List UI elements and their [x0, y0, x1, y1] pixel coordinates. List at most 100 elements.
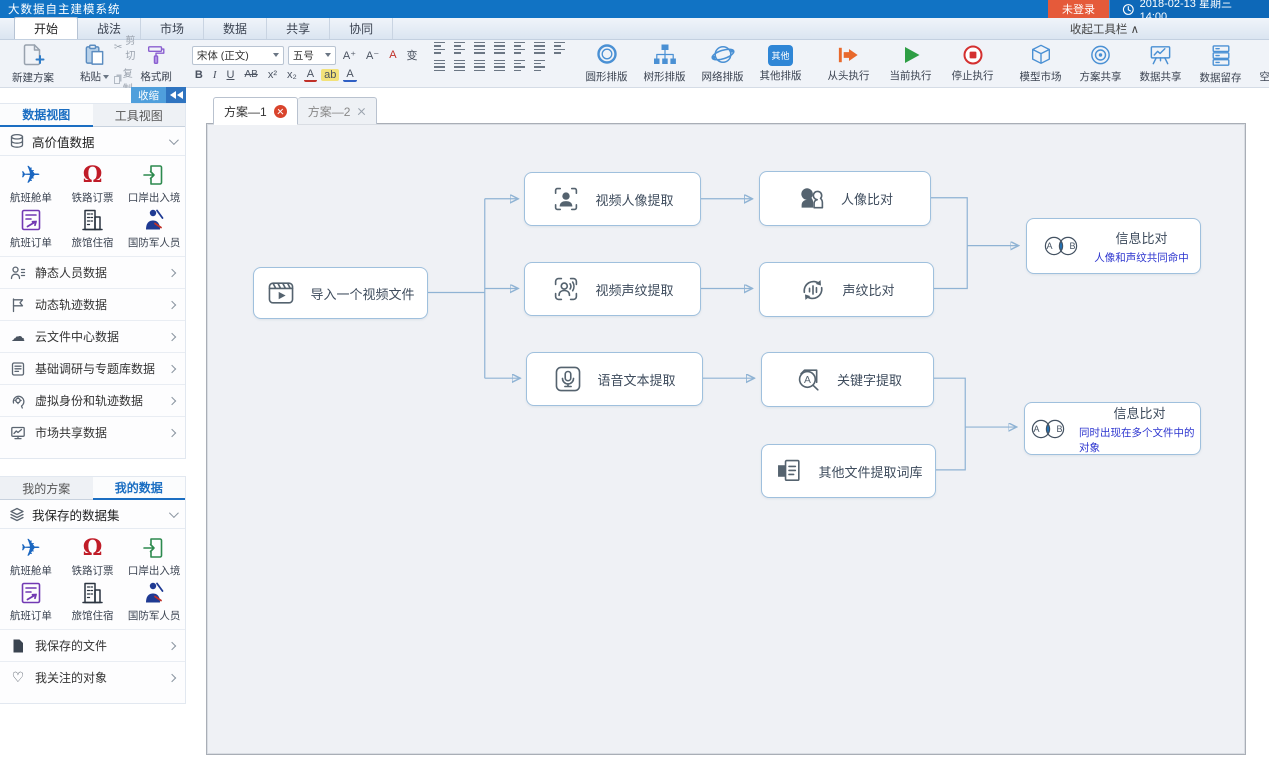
node-voice-extract[interactable]: 视频声纹提取 [524, 262, 701, 316]
tab-data-view[interactable]: 数据视图 [0, 104, 93, 127]
section-high-value-data[interactable]: 高价值数据 [0, 127, 185, 156]
dataset-hotel-stay[interactable]: 旅馆住宿 [62, 578, 124, 623]
change-case-button[interactable]: A [386, 49, 399, 61]
tab-my-data[interactable]: 我的数据 [93, 477, 186, 500]
shrink-font-button[interactable]: A⁻ [363, 49, 382, 62]
data-retain-button[interactable]: 数据留存 [1195, 42, 1247, 86]
italic-button[interactable]: I [210, 69, 220, 81]
circle-layout-button[interactable]: 圆形排版 [581, 42, 633, 85]
font-size-select[interactable]: 五号 [288, 46, 336, 65]
line-spacing-icon[interactable] [511, 58, 528, 74]
sort-icon[interactable] [511, 40, 528, 56]
menu-tab-data[interactable]: 数据 [204, 18, 267, 39]
market-monitor-icon [10, 425, 26, 441]
dataset-hotel-stay[interactable]: 旅馆住宿 [62, 205, 124, 250]
svg-text:A: A [804, 375, 811, 386]
paste-button[interactable]: 粘贴 [75, 42, 114, 85]
node-keyword-extract[interactable]: A 关键字提取 [761, 352, 934, 407]
category-cloud-file[interactable]: ☁ 云文件中心数据 [0, 320, 185, 352]
menu-tab-share[interactable]: 共享 [267, 18, 330, 39]
new-plan-button[interactable]: 新建方案 [7, 41, 59, 86]
chevron-right-icon [168, 673, 176, 681]
category-static-personnel[interactable]: 静态人员数据 [0, 256, 185, 288]
collapse-toolbar-button[interactable]: 收起工具栏 ∧ [1070, 21, 1139, 37]
dataset-military-personnel[interactable]: 国防军人员 [123, 578, 185, 623]
node-import-video[interactable]: 导入一个视频文件 [253, 267, 428, 319]
category-dynamic-trajectory[interactable]: 动态轨迹数据 [0, 288, 185, 320]
circle-layout-label: 圆形排版 [586, 69, 628, 84]
dataset-rail-ticket[interactable]: Ω 铁路订票 [62, 533, 124, 578]
data-retain-icon [1210, 43, 1232, 68]
dataset-port-entry[interactable]: 口岸出入境 [123, 533, 185, 578]
dataset-flight-order[interactable]: 航班订单 [0, 205, 62, 250]
tab-my-plans[interactable]: 我的方案 [0, 477, 93, 500]
align-right-icon[interactable] [471, 58, 488, 74]
sidebar-collapse-button[interactable]: 收缩 [131, 87, 186, 103]
node-speech-text-extract[interactable]: 语音文本提取 [526, 352, 703, 406]
model-market-button[interactable]: 模型市场 [1015, 42, 1067, 85]
underline-button[interactable]: U [224, 69, 238, 81]
close-tab-icon[interactable] [274, 105, 287, 118]
increase-indent-icon[interactable] [491, 40, 508, 56]
numbered-list-icon[interactable] [451, 40, 468, 56]
align-left-icon[interactable] [431, 58, 448, 74]
tab-tool-view[interactable]: 工具视图 [93, 104, 186, 127]
dataset-flight-manifest[interactable]: ✈ 航班舱单 [0, 533, 62, 578]
dataset-port-entry[interactable]: 口岸出入境 [123, 160, 185, 205]
phonetic-button[interactable]: 变 [404, 47, 421, 63]
row-my-followed-objects[interactable]: ♡ 我关注的对象 [0, 661, 185, 693]
node-other-files-lexicon[interactable]: 其他文件提取词库 [761, 444, 936, 498]
menu-tab-start[interactable]: 开始 [14, 17, 78, 39]
bullet-list-icon[interactable] [431, 40, 448, 56]
node-voice-compare[interactable]: 声纹比对 [759, 262, 934, 317]
align-center-icon[interactable] [451, 58, 468, 74]
borders-grid-icon[interactable] [551, 40, 568, 56]
menu-tab-collab[interactable]: 协同 [330, 18, 393, 39]
bold-button[interactable]: B [192, 69, 206, 81]
plan-tab-2[interactable]: 方案—2 [298, 97, 378, 124]
node-face-extract[interactable]: 视频人像提取 [524, 172, 701, 226]
dataset-military-personnel[interactable]: 国防军人员 [123, 205, 185, 250]
font-family-select[interactable]: 宋体 (正文) [192, 46, 284, 65]
shading-icon[interactable] [531, 58, 548, 74]
section-saved-datasets[interactable]: 我保存的数据集 [0, 500, 185, 529]
run-from-start-button[interactable]: 从头执行 [823, 43, 875, 84]
strikethrough-button[interactable]: AB [241, 69, 260, 80]
show-marks-icon[interactable] [531, 40, 548, 56]
highlight-button[interactable]: ab [321, 69, 339, 81]
dataset-flight-order[interactable]: 航班订单 [0, 578, 62, 623]
font-color-button[interactable]: A [304, 68, 317, 82]
node-info-compare-2[interactable]: A B 信息比对 同时出现在多个文件中的对象 [1024, 402, 1201, 455]
tree-layout-button[interactable]: 树形排版 [639, 42, 691, 85]
menu-tab-market[interactable]: 市场 [141, 18, 204, 39]
other-layout-button[interactable]: 其他 其他排版 [755, 44, 807, 84]
row-my-saved-files[interactable]: 我保存的文件 [0, 629, 185, 661]
category-survey-library[interactable]: 基础调研与专题库数据 [0, 352, 185, 384]
category-virtual-identity[interactable]: 虚拟身份和轨迹数据 [0, 384, 185, 416]
microphone-icon [553, 364, 583, 394]
login-status-badge[interactable]: 未登录 [1048, 0, 1109, 18]
category-market-shared[interactable]: 市场共享数据 [0, 416, 185, 448]
dataset-flight-manifest[interactable]: ✈ 航班舱单 [0, 160, 62, 205]
plan-share-button[interactable]: 方案共享 [1075, 42, 1127, 85]
plan-tab-1[interactable]: 方案—1 [213, 97, 298, 124]
app-title: 大数据自主建模系统 [0, 1, 121, 17]
grow-font-button[interactable]: A⁺ [340, 49, 359, 62]
plane-icon: ✈ [21, 162, 41, 188]
format-painter-button[interactable]: 格式刷 [135, 42, 177, 85]
dataset-rail-ticket[interactable]: Ω 铁路订票 [62, 160, 124, 205]
space-manage-button[interactable]: 空间管理 [1255, 42, 1269, 85]
text-effects-button[interactable]: A [343, 68, 356, 82]
node-info-compare-1[interactable]: A B 信息比对 人像和声纹共同命中 [1026, 218, 1201, 274]
network-layout-button[interactable]: 网络排版 [697, 42, 749, 85]
node-face-compare[interactable]: 人像比对 [759, 171, 931, 226]
subscript-button[interactable]: x₂ [284, 69, 300, 81]
run-current-button[interactable]: 当前执行 [885, 43, 937, 84]
data-share-button[interactable]: 数据共享 [1135, 42, 1187, 85]
justify-icon[interactable] [491, 58, 508, 74]
close-tab-icon[interactable] [357, 107, 366, 116]
superscript-button[interactable]: x² [265, 69, 280, 81]
decrease-indent-icon[interactable] [471, 40, 488, 56]
stop-run-button[interactable]: 停止执行 [947, 43, 999, 84]
flow-canvas[interactable]: 导入一个视频文件 视频人像提取 视频声纹提取 [206, 123, 1246, 755]
